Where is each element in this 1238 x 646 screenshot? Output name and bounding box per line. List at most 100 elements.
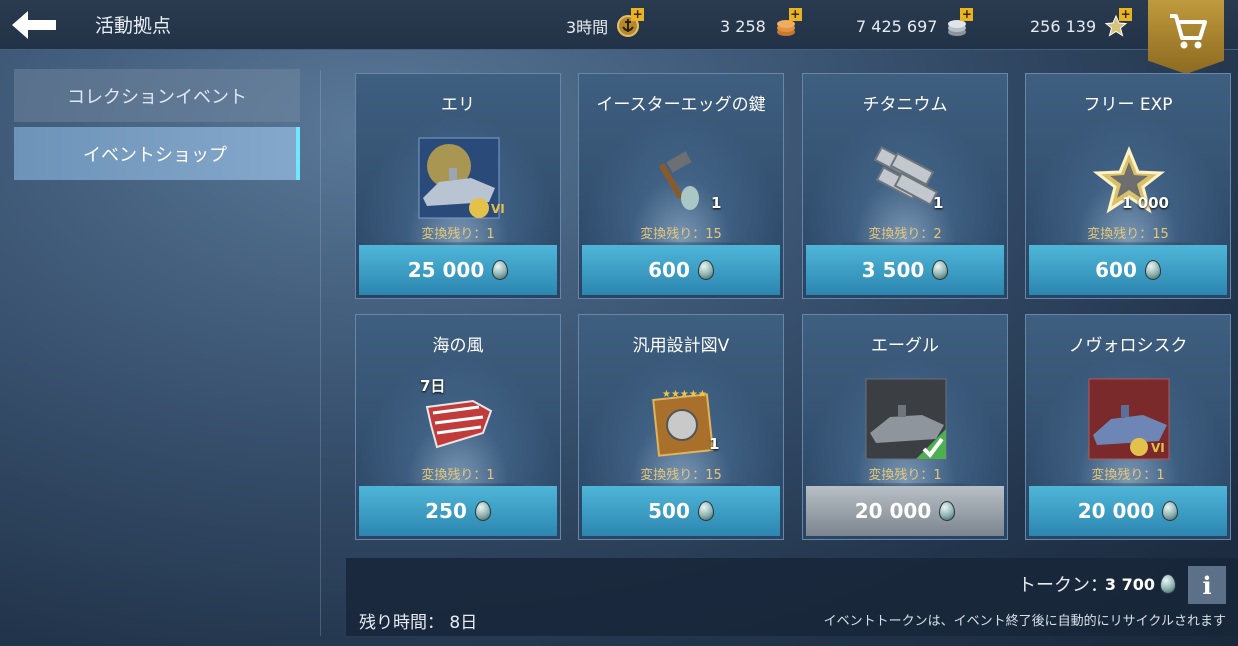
premium-time: 3時間 + <box>566 8 645 38</box>
token-label: トークン： <box>1018 575 1108 596</box>
hammer-egg-icon <box>658 151 699 210</box>
credits-value: 7 425 697 <box>856 16 938 36</box>
price-value: 250 <box>425 499 467 523</box>
free-exp-star-icon[interactable]: + <box>1104 8 1133 38</box>
price-value: 20 000 <box>854 499 932 523</box>
free-exp: 256 139 + <box>1030 8 1133 38</box>
easter-egg-token-icon <box>1144 260 1161 280</box>
shop-footer: トークン： 3 700 i 残り時間： 8日 イベントトークンは、イベント終了後… <box>346 558 1238 636</box>
easter-egg-token-icon <box>932 260 949 280</box>
arrow-left-icon <box>12 11 56 39</box>
credits: 7 425 697 + <box>856 8 974 38</box>
remaining-label: 変換残り：2 <box>868 227 942 242</box>
quantity-label: 7日 <box>420 377 446 395</box>
free-exp-value: 256 139 <box>1030 16 1097 36</box>
plus-icon: + <box>631 7 645 21</box>
shop-item-card[interactable]: 汎用設計図V ★★★★★ 1 変換残り：15 500 <box>578 314 784 540</box>
easter-egg-token-icon <box>1162 501 1179 521</box>
item-name: ノヴォロシスク <box>1068 336 1188 356</box>
premium-time-value: 3時間 <box>566 18 609 37</box>
sidebar-item-label: イベントショップ <box>83 144 227 166</box>
remaining-label: 変換残り：1 <box>868 468 942 483</box>
easter-egg-token-icon <box>697 501 714 521</box>
buy-button[interactable]: 600 <box>582 245 780 295</box>
sidebar-item-collection-event[interactable]: コレクションイベント <box>14 69 300 122</box>
free-exp-star-icon <box>1092 146 1166 214</box>
easter-egg-token-icon <box>474 501 491 521</box>
remaining-label: 変換残り：15 <box>640 227 722 242</box>
page-title: 活動拠点 <box>95 15 172 37</box>
token-balance: 3 700 <box>1105 574 1176 594</box>
remaining-label: 変換残り：1 <box>421 227 495 242</box>
buy-button[interactable]: 600 <box>1029 245 1227 295</box>
shop-item-card[interactable]: エリ VI 変換残り：1 25 000 <box>355 73 561 299</box>
shop-item-card[interactable]: イースターエッグの鍵 1 変換残り：15 600 <box>578 73 784 299</box>
item-name: エリ <box>441 95 475 115</box>
time-left: 残り時間： 8日 <box>359 613 478 633</box>
token-value: 3 700 <box>1104 574 1155 594</box>
quantity-label: 1 000 <box>1122 194 1169 212</box>
item-name: 海の風 <box>432 336 484 356</box>
ship-aigle-icon <box>865 378 947 460</box>
divider <box>320 70 321 636</box>
credits-icon[interactable]: + <box>945 8 974 38</box>
top-bar: 活動拠点 3時間 + 3 258 + 7 425 697 + 256 139 + <box>0 0 1238 74</box>
shop-item-card[interactable]: ノヴォロシスク VI 変換残り：1 20 000 <box>1025 314 1231 540</box>
plus-icon: + <box>960 7 974 21</box>
shop-cart-button[interactable] <box>1148 0 1224 74</box>
quantity-label: 1 <box>933 194 944 212</box>
info-button[interactable]: i <box>1188 566 1226 604</box>
price-value: 500 <box>648 499 690 523</box>
plus-icon: + <box>1119 7 1133 21</box>
price-value: 25 000 <box>407 258 485 282</box>
buy-button[interactable]: 20 000 <box>1029 486 1227 536</box>
price-value: 600 <box>1095 258 1137 282</box>
item-name: イースターエッグの鍵 <box>596 95 766 115</box>
ship-novorossiysk-icon: VI <box>1088 378 1170 460</box>
stars-icon: ★★★★★ <box>662 389 707 400</box>
back-button[interactable] <box>8 8 60 42</box>
easter-egg-token-icon <box>939 501 956 521</box>
easter-egg-token-icon <box>697 260 714 280</box>
blueprint-icon: ★★★★★ <box>652 389 714 457</box>
item-name: エーグル <box>871 336 939 356</box>
item-name: 汎用設計図V <box>632 336 730 356</box>
doubloons: 3 258 + <box>720 8 802 38</box>
quantity-label: 1 <box>709 435 720 453</box>
price-value: 600 <box>648 258 690 282</box>
sidebar-item-event-shop[interactable]: イベントショップ <box>14 127 300 180</box>
recycle-notice: イベントトークンは、イベント終了後に自動的にリサイクルされます <box>823 614 1226 629</box>
easter-egg-token-icon <box>1160 574 1176 594</box>
premium-anchor-icon[interactable]: + <box>616 8 645 38</box>
remaining-label: 変換残り：1 <box>1091 468 1165 483</box>
doubloons-icon[interactable]: + <box>774 8 802 38</box>
remaining-label: 変換残り：15 <box>640 468 722 483</box>
doubloons-value: 3 258 <box>720 16 766 36</box>
remaining-label: 変換残り：15 <box>1087 227 1169 242</box>
shop-item-card[interactable]: フリー EXP 1 000 変換残り：15 600 <box>1025 73 1231 299</box>
titanium-bars-icon <box>873 146 939 206</box>
tier-label: VI <box>1151 441 1165 455</box>
shop-item-card[interactable]: 海の風 7日 変換残り：1 250 <box>355 314 561 540</box>
sidebar: コレクションイベント イベントショップ <box>14 69 300 185</box>
tier-label: VI <box>491 202 505 216</box>
buy-button[interactable]: 500 <box>582 486 780 536</box>
easter-egg-token-icon <box>492 260 509 280</box>
shop-item-card[interactable]: チタニウム 1 変換残り：2 3 500 <box>802 73 1008 299</box>
buy-button[interactable]: 25 000 <box>359 245 557 295</box>
plus-icon: + <box>788 7 802 21</box>
buy-button[interactable]: 3 500 <box>806 245 1004 295</box>
sidebar-item-label: コレクションイベント <box>67 86 247 108</box>
buy-button[interactable]: 250 <box>359 486 557 536</box>
item-name: チタニウム <box>862 95 948 115</box>
price-value: 20 000 <box>1077 499 1155 523</box>
shop-item-card[interactable]: エーグル 変換残り：1 20 000 <box>802 314 1008 540</box>
ship-eri-icon: VI <box>418 137 505 219</box>
quantity-label: 1 <box>711 194 722 212</box>
buy-button[interactable]: 20 000 <box>806 486 1004 536</box>
cart-icon <box>1170 14 1207 49</box>
item-name: フリー EXP <box>1083 95 1173 115</box>
price-value: 3 500 <box>861 258 925 282</box>
remaining-label: 変換残り：1 <box>421 468 495 483</box>
info-icon: i <box>1202 570 1212 600</box>
